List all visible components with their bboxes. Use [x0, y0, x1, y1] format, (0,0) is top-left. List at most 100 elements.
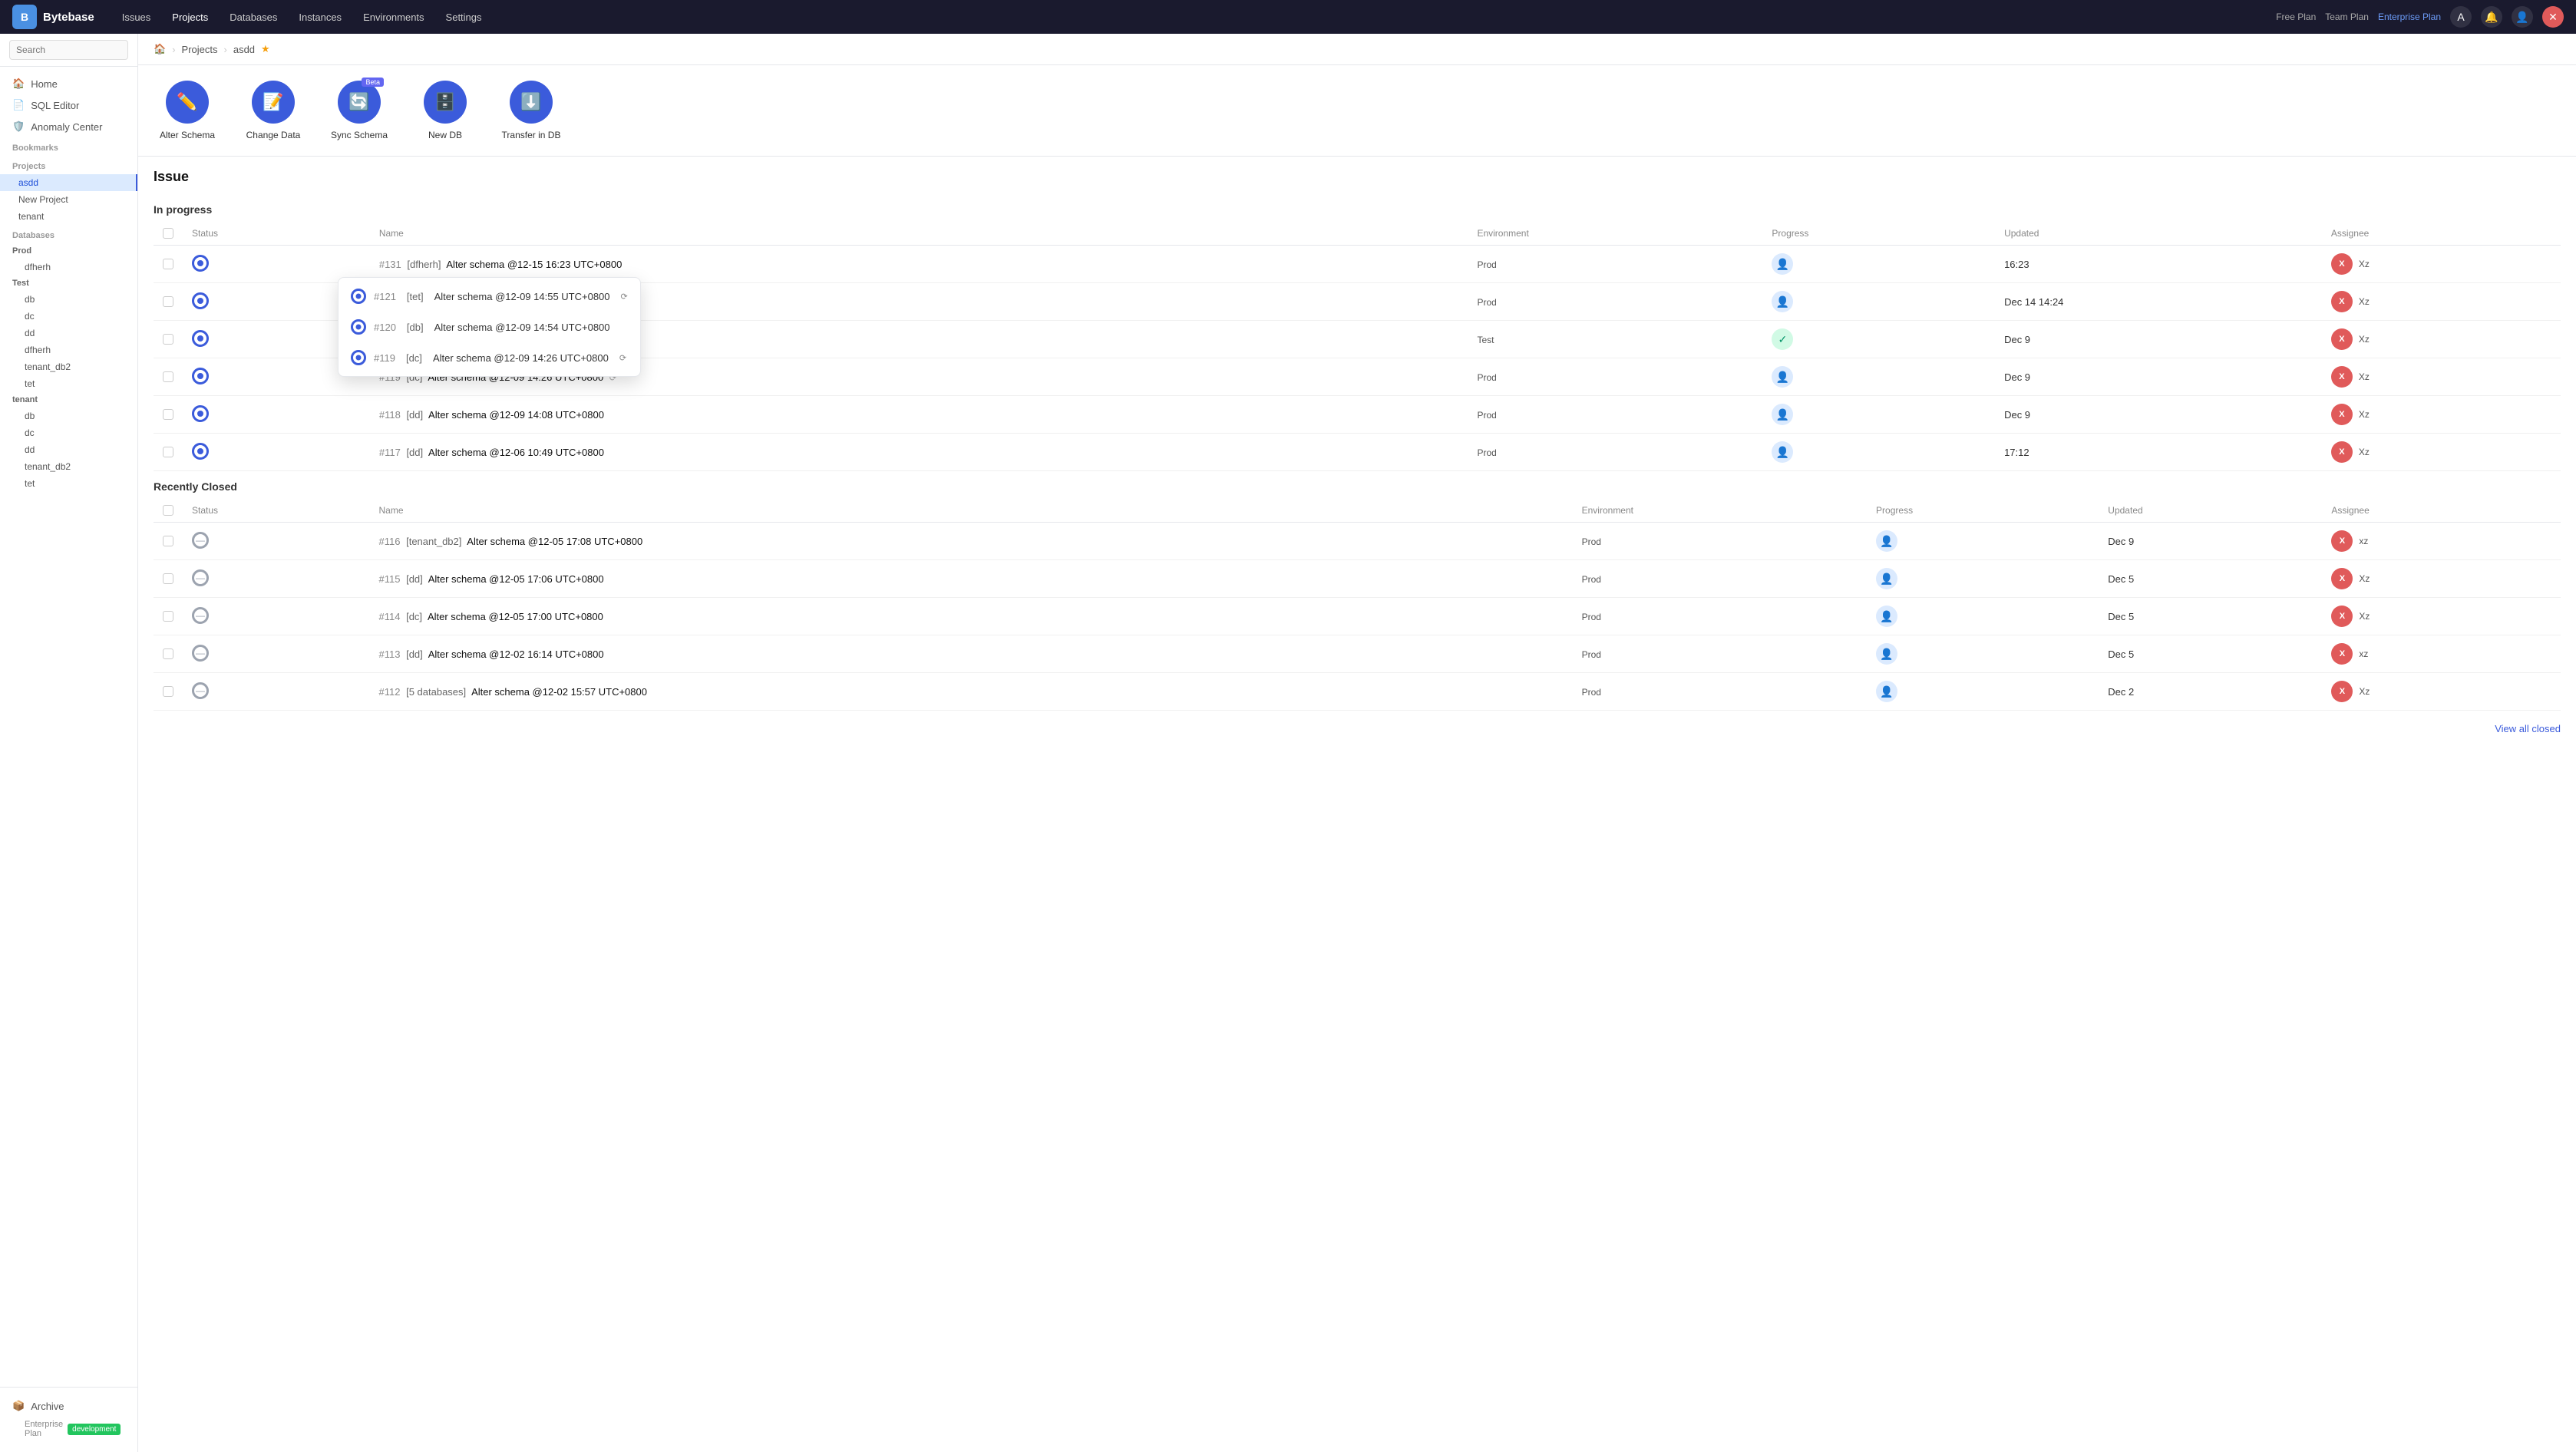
breadcrumb-projects-link[interactable]: Projects — [182, 44, 218, 55]
row-checkbox[interactable] — [163, 409, 173, 420]
table-row[interactable]: #118 [dd] Alter schema @12-09 14:08 UTC+… — [154, 396, 2561, 434]
dropdown-sync-icon-121: ⟳ — [621, 292, 628, 302]
table-row[interactable]: #112 [5 databases] Alter schema @12-02 1… — [154, 673, 2561, 711]
sidebar-db-tet-test[interactable]: tet — [0, 375, 137, 392]
action-sync-schema[interactable]: Beta 🔄 Sync Schema — [329, 81, 390, 140]
row-name[interactable]: #118 [dd] Alter schema @12-09 14:08 UTC+… — [370, 396, 1468, 434]
select-all-closed-checkbox[interactable] — [163, 505, 173, 516]
sidebar-section: 🏠 Home 📄 SQL Editor 🛡️ Anomaly Center Bo… — [0, 67, 137, 1387]
view-all-closed-link[interactable]: View all closed — [2495, 717, 2561, 741]
row-checkbox[interactable] — [163, 648, 173, 659]
table-row[interactable]: #116 [tenant_db2] Alter schema @12-05 17… — [154, 523, 2561, 560]
sidebar-db-dfherh-prod[interactable]: dfherh — [0, 259, 137, 276]
dropdown-item-tag-121: [tet] — [407, 291, 424, 302]
row-name[interactable]: #113 [dd] Alter schema @12-02 16:14 UTC+… — [370, 635, 1573, 673]
search-input[interactable] — [9, 40, 128, 60]
th-name-closed: Name — [370, 499, 1573, 523]
row-checkbox[interactable] — [163, 611, 173, 622]
nav-projects[interactable]: Projects — [163, 7, 217, 28]
logo[interactable]: B Bytebase — [12, 5, 94, 29]
sidebar-project-new[interactable]: New Project — [0, 191, 137, 208]
sidebar-db-tenant-db2-test[interactable]: tenant_db2 — [0, 358, 137, 375]
row-checkbox[interactable] — [163, 259, 173, 269]
row-checkbox[interactable] — [163, 296, 173, 307]
sidebar-item-sql-editor[interactable]: 📄 SQL Editor — [0, 94, 137, 116]
table-row[interactable]: #115 [dd] Alter schema @12-05 17:06 UTC+… — [154, 560, 2561, 598]
sidebar-project-tenant[interactable]: tenant — [0, 208, 137, 225]
nav-issues[interactable]: Issues — [113, 7, 160, 28]
dropdown-status-icon-120 — [351, 319, 366, 335]
row-status — [183, 560, 370, 598]
nav-instances[interactable]: Instances — [289, 7, 351, 28]
row-name[interactable]: #117 [dd] Alter schema @12-06 10:49 UTC+… — [370, 434, 1468, 471]
row-updated: Dec 5 — [2099, 560, 2322, 598]
assignee-avatar: X — [2331, 366, 2353, 388]
sidebar-db-dc-test[interactable]: dc — [0, 308, 137, 325]
row-checkbox[interactable] — [163, 334, 173, 345]
issue-name-text: Alter schema @12-02 16:14 UTC+0800 — [428, 648, 604, 660]
sidebar-db-dd-tenant[interactable]: dd — [0, 441, 137, 458]
sidebar-item-anomaly-center[interactable]: 🛡️ Anomaly Center — [0, 116, 137, 137]
select-all-checkbox[interactable] — [163, 228, 173, 239]
sidebar-db-dc-tenant[interactable]: dc — [0, 424, 137, 441]
sidebar-archive-item[interactable]: 📦 Archive — [12, 1397, 125, 1415]
enterprise-plan-label[interactable]: Enterprise Plan — [2378, 12, 2441, 22]
user-avatar-btn[interactable]: 👤 — [2512, 6, 2533, 28]
action-change-data[interactable]: 📝 Change Data — [243, 81, 304, 140]
sidebar-db-db-test[interactable]: db — [0, 291, 137, 308]
action-alter-schema[interactable]: ✏️ Alter Schema — [157, 81, 218, 140]
sidebar-db-dfherh-test[interactable]: dfherh — [0, 342, 137, 358]
sidebar-db-tenant-db2-tenant[interactable]: tenant_db2 — [0, 458, 137, 475]
dropdown-item-120[interactable]: #120 [db] Alter schema @12-09 14:54 UTC+… — [339, 312, 640, 342]
sidebar-db-tet-tenant[interactable]: tet — [0, 475, 137, 492]
th-status: Status — [183, 222, 370, 246]
th-status-closed: Status — [183, 499, 370, 523]
row-checkbox-cell — [154, 246, 183, 283]
change-data-icon-circle: 📝 — [252, 81, 295, 124]
row-assignee: X Xz — [2322, 560, 2561, 598]
notification-bell-icon-btn[interactable]: 🔔 — [2481, 6, 2502, 28]
dropdown-item-119[interactable]: #119 [dc] Alter schema @12-09 14:26 UTC+… — [339, 342, 640, 373]
issue-name-text: Alter schema @12-06 10:49 UTC+0800 — [428, 447, 604, 458]
row-assignee: X Xz — [2322, 321, 2561, 358]
row-checkbox[interactable] — [163, 371, 173, 382]
home-breadcrumb-icon[interactable]: 🏠 — [154, 43, 166, 55]
table-row[interactable]: #114 [dc] Alter schema @12-05 17:00 UTC+… — [154, 598, 2561, 635]
row-checkbox[interactable] — [163, 686, 173, 697]
breadcrumb-star-icon[interactable]: ★ — [261, 43, 270, 55]
issue-number: #118 — [379, 409, 401, 421]
th-checkbox — [154, 222, 183, 246]
action-new-db[interactable]: 🗄️ New DB — [414, 81, 476, 140]
row-name[interactable]: #112 [5 databases] Alter schema @12-02 1… — [370, 673, 1573, 711]
action-transfer-db[interactable]: ⬇️ Transfer in DB — [500, 81, 562, 140]
close-icon-btn[interactable]: ✕ — [2542, 6, 2564, 28]
row-name[interactable]: #115 [dd] Alter schema @12-05 17:06 UTC+… — [370, 560, 1573, 598]
assignee-avatar: X — [2331, 404, 2353, 425]
db-group-prod: Prod — [0, 243, 137, 259]
dropdown-item-121[interactable]: #121 [tet] Alter schema @12-09 14:55 UTC… — [339, 281, 640, 312]
row-checkbox[interactable] — [163, 536, 173, 546]
assignee-label: Xz — [2359, 573, 2370, 584]
db-group-test: Test — [0, 276, 137, 291]
row-checkbox[interactable] — [163, 573, 173, 584]
th-updated: Updated — [1995, 222, 2322, 246]
sidebar-item-home[interactable]: 🏠 Home — [0, 73, 137, 94]
table-row[interactable]: #113 [dd] Alter schema @12-02 16:14 UTC+… — [154, 635, 2561, 673]
sidebar-db-dd-test[interactable]: dd — [0, 325, 137, 342]
row-name[interactable]: #114 [dc] Alter schema @12-05 17:00 UTC+… — [370, 598, 1573, 635]
enterprise-plan-footer: Enterprise Plan development — [12, 1415, 125, 1443]
sidebar-project-asdd[interactable]: asdd — [0, 174, 137, 191]
table-row[interactable]: #117 [dd] Alter schema @12-06 10:49 UTC+… — [154, 434, 2561, 471]
nav-databases[interactable]: Databases — [220, 7, 286, 28]
row-checkbox-cell — [154, 396, 183, 434]
row-name[interactable]: #116 [tenant_db2] Alter schema @12-05 17… — [370, 523, 1573, 560]
dropdown-item-name-119: Alter schema @12-09 14:26 UTC+0800 — [433, 352, 609, 364]
row-checkbox[interactable] — [163, 447, 173, 457]
progress-icon: 👤 — [1772, 404, 1793, 425]
nav-settings[interactable]: Settings — [437, 7, 491, 28]
row-assignee: X Xz — [2322, 673, 2561, 711]
nav-environments[interactable]: Environments — [354, 7, 433, 28]
translate-icon-btn[interactable]: A — [2450, 6, 2472, 28]
progress-icon: 👤 — [1876, 681, 1897, 702]
sidebar-db-db-tenant[interactable]: db — [0, 408, 137, 424]
